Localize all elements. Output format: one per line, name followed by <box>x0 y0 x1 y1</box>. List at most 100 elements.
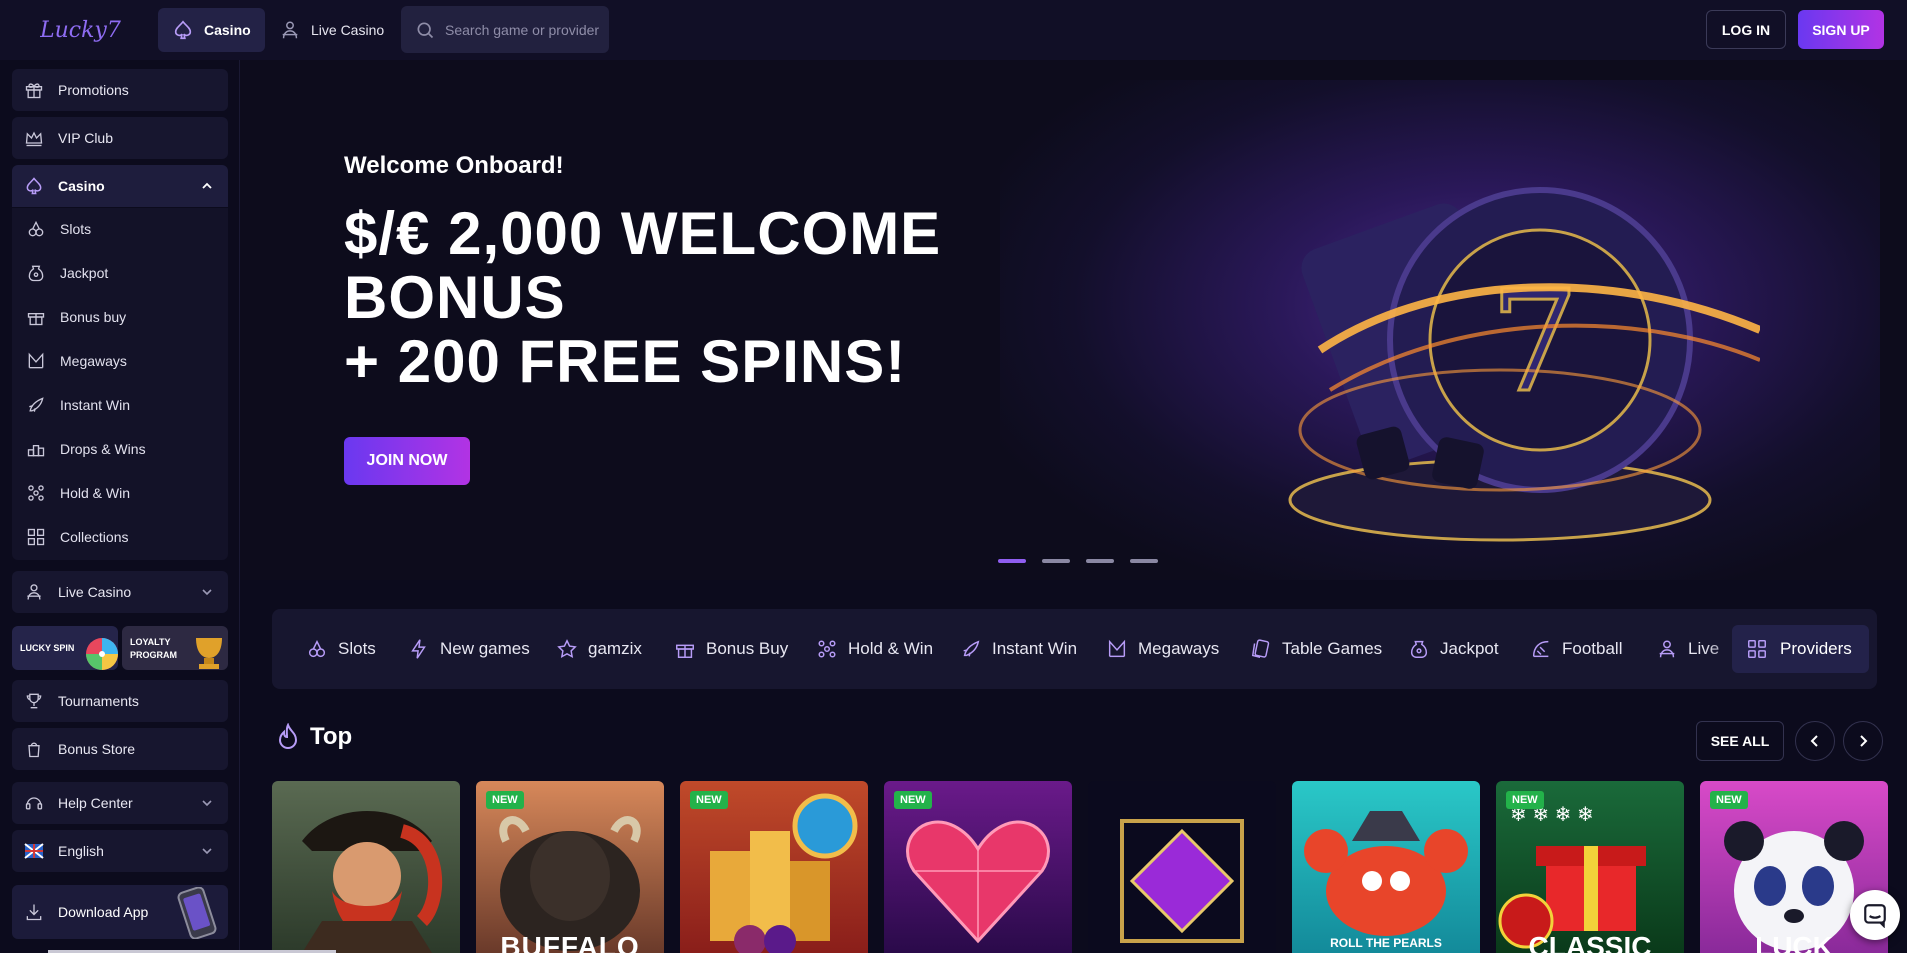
sidebar-item-help-center[interactable]: Help Center <box>12 782 228 824</box>
promo-cards: LUCKY SPIN LOYALTY PROGRAM <box>12 626 228 670</box>
hero-title-line: BONUS <box>344 264 566 331</box>
top-section-header: Top <box>276 723 352 751</box>
sidebar-sub-bonus-buy[interactable]: Bonus buy <box>26 300 126 334</box>
trophy-icon <box>26 693 42 709</box>
sidebar-item-live-casino[interactable]: Live Casino <box>12 571 228 613</box>
sidebar-item-label: Tournaments <box>58 693 139 709</box>
game-card[interactable]: NEW <box>680 781 868 953</box>
chat-button[interactable] <box>1850 890 1900 940</box>
sidebar-sub-slots[interactable]: Slots <box>26 212 91 246</box>
sidebar-sub-instant-win[interactable]: Instant Win <box>26 388 130 422</box>
chat-icon <box>1864 904 1886 928</box>
sidebar-sub-drops-wins[interactable]: Drops & Wins <box>26 432 146 466</box>
collections-icon <box>27 528 45 546</box>
tab-casino[interactable]: Casino <box>158 8 265 52</box>
sidebar-sub-label: Drops & Wins <box>60 441 146 457</box>
chevron-down-icon <box>202 589 212 596</box>
loyalty-line1: LOYALTY <box>130 637 171 647</box>
category-bonus-buy[interactable]: Bonus Buy <box>674 609 788 689</box>
sidebar-sub-hold-win[interactable]: Hold & Win <box>26 476 130 510</box>
carousel-dot[interactable] <box>1042 559 1070 563</box>
category-football[interactable]: Football <box>1530 609 1622 689</box>
game-card[interactable] <box>272 781 460 953</box>
lucky-spin-label: LUCKY SPIN <box>20 643 75 653</box>
game-title: ROLL THE PEARLS <box>1330 936 1442 950</box>
search-input[interactable] <box>445 21 605 38</box>
purple-gem-artwork <box>1120 819 1244 943</box>
signup-button[interactable]: SIGN UP <box>1798 10 1884 49</box>
sidebar-sub-label: Bonus buy <box>60 309 127 325</box>
category-hold-win[interactable]: Hold & Win <box>816 609 933 689</box>
carousel-dot[interactable] <box>998 559 1026 563</box>
prev-arrow-button[interactable] <box>1795 721 1835 761</box>
new-badge: NEW <box>486 791 524 809</box>
game-title: BUFFALO <box>500 931 640 953</box>
casino-submenu: Slots Jackpot Bonus buy Megaways Instant… <box>12 208 228 560</box>
crab-artwork <box>1304 811 1468 936</box>
category-label: Slots <box>338 639 376 658</box>
sidebar-sub-collections[interactable]: Collections <box>26 520 128 554</box>
bolt-icon <box>411 639 426 659</box>
game-card[interactable]: ❄ ❄ ❄ ❄ NEW CLASSIC <box>1496 781 1684 953</box>
category-table-games[interactable]: Table Games <box>1250 609 1382 689</box>
category-label: Instant Win <box>992 639 1078 658</box>
join-now-button[interactable]: JOIN NOW <box>344 437 470 485</box>
category-label: Table Games <box>1282 639 1383 658</box>
gift-icon <box>25 83 43 99</box>
game-card[interactable]: NEW <box>884 781 1072 953</box>
sidebar-item-casino[interactable]: Casino <box>12 165 228 207</box>
dealer-icon <box>1659 640 1675 658</box>
star-icon <box>557 639 577 658</box>
game-card[interactable]: ROLL THE PEARLS <box>1292 781 1480 953</box>
category-slots[interactable]: Slots <box>306 609 376 689</box>
sidebar-item-bonus-store[interactable]: Bonus Store <box>12 728 228 770</box>
carousel-dot[interactable] <box>1086 559 1114 563</box>
search-box[interactable] <box>401 6 609 53</box>
tab-casino-label: Casino <box>204 22 251 38</box>
new-badge: NEW <box>1710 791 1748 809</box>
next-arrow-button[interactable] <box>1843 721 1883 761</box>
category-gamzix[interactable]: gamzix <box>556 609 642 689</box>
game-card[interactable] <box>1088 781 1276 953</box>
jackpot-icon <box>28 265 44 282</box>
sidebar-item-tournaments[interactable]: Tournaments <box>12 680 228 722</box>
cards-icon <box>1251 639 1270 658</box>
carousel-dot[interactable] <box>1130 559 1158 563</box>
lucky7-logo[interactable]: Lucky7 <box>40 8 126 48</box>
providers-button[interactable]: Providers <box>1732 625 1869 673</box>
lucky-spin-card[interactable]: LUCKY SPIN <box>12 626 118 670</box>
sidebar-sub-label: Hold & Win <box>60 485 131 501</box>
loyalty-program-card[interactable]: LOYALTY PROGRAM <box>122 626 228 670</box>
trophy-icon <box>196 638 222 669</box>
loyalty-line2: PROGRAM <box>130 650 177 660</box>
megaways-icon <box>28 352 44 369</box>
sidebar-item-language[interactable]: English <box>12 830 228 872</box>
tab-live-casino[interactable]: Live Casino <box>265 8 398 52</box>
slot-machine-illustration: 7 <box>1288 187 1760 542</box>
see-all-button[interactable]: SEE ALL <box>1696 721 1784 761</box>
sidebar-sub-label: Instant Win <box>60 397 131 413</box>
sidebar-item-vip[interactable]: VIP Club <box>12 117 228 159</box>
sidebar-sub-label: Collections <box>60 529 129 545</box>
search-icon <box>417 22 434 38</box>
login-button[interactable]: LOG IN <box>1706 10 1786 49</box>
category-new-games[interactable]: New games <box>408 609 530 689</box>
rocket-icon <box>963 640 980 657</box>
sidebar-item-promotions[interactable]: Promotions <box>12 69 228 111</box>
category-megaways[interactable]: Megaways <box>1106 609 1219 689</box>
download-app-button[interactable]: Download App <box>12 885 228 939</box>
category-instant-win[interactable]: Instant Win <box>960 609 1077 689</box>
sidebar-sub-jackpot[interactable]: Jackpot <box>26 256 108 290</box>
game-card[interactable]: NEW BUFFALO <box>476 781 664 953</box>
slots-icon <box>308 640 326 658</box>
chevron-left-icon <box>1810 735 1818 747</box>
sidebar-sub-megaways[interactable]: Megaways <box>26 344 127 378</box>
hero-title-line: $/€ 2,000 WELCOME <box>344 200 942 267</box>
providers-label: Providers <box>1780 639 1852 658</box>
category-jackpot[interactable]: Jackpot <box>1408 609 1499 689</box>
sidebar-item-label: Casino <box>58 178 105 194</box>
category-label: Hold & Win <box>848 639 934 658</box>
flame-icon <box>278 723 298 749</box>
hero-subtitle: Welcome Onboard! <box>344 152 564 179</box>
chevron-down-icon <box>202 848 212 855</box>
